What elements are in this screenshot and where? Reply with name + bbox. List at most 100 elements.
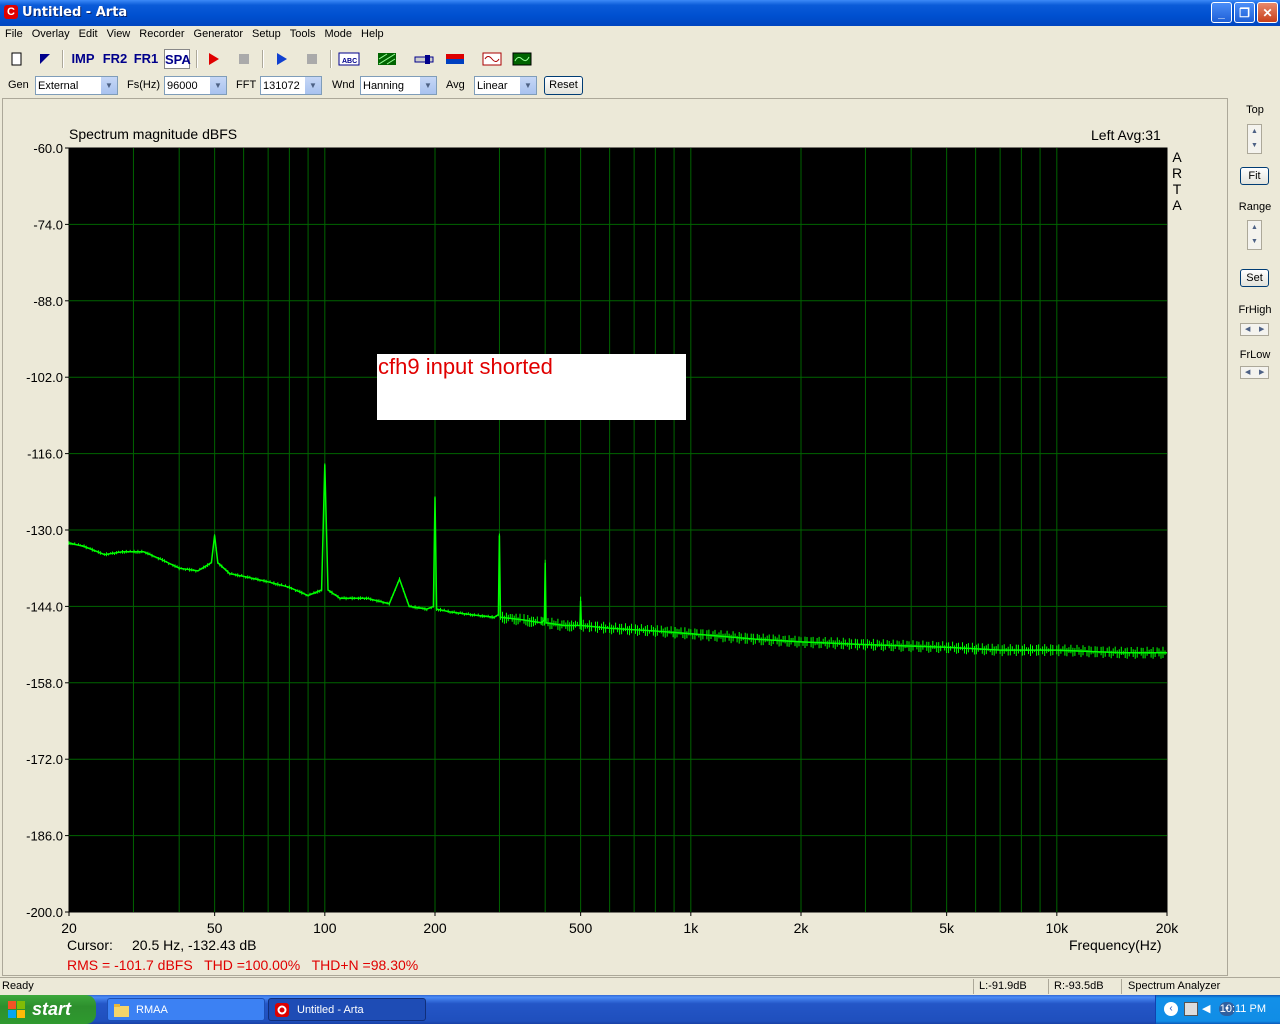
start-button[interactable]: start: [0, 995, 96, 1024]
window-title: Untitled - Arta: [22, 5, 128, 20]
x-tick-label: 100: [313, 920, 337, 936]
task-rmaa[interactable]: RMAA: [107, 998, 265, 1021]
down-arrow-icon[interactable]: ▼: [1248, 235, 1261, 249]
menu-file[interactable]: File: [0, 26, 27, 40]
menu-view[interactable]: View: [102, 26, 135, 40]
right-arrow-icon[interactable]: ▶: [1259, 325, 1264, 333]
system-tray: ‹ ◀ ● 10:11 PM: [1155, 995, 1280, 1024]
chevron-left-icon[interactable]: ‹: [1164, 1002, 1178, 1016]
fr1-mode-button[interactable]: FR1: [133, 49, 159, 69]
task-arta[interactable]: Untitled - Arta: [268, 998, 426, 1021]
menu-setup[interactable]: Setup: [247, 26, 285, 40]
folder-icon: [114, 1004, 129, 1017]
top-spinner[interactable]: ▲ ▼: [1247, 124, 1262, 154]
menu-bar: File Overlay Edit View Recorder Generator Setu…: [0, 26, 1280, 44]
left-arrow-icon[interactable]: ◀: [1245, 368, 1250, 376]
x-tick-label: 10k: [1046, 920, 1070, 936]
y-tick-label: -158.0: [26, 676, 63, 691]
y-tick-label: -102.0: [26, 370, 63, 385]
fit-button[interactable]: Fit: [1240, 167, 1269, 185]
down-arrow-icon[interactable]: ▼: [1248, 139, 1261, 153]
x-tick-label: 5k: [939, 920, 955, 936]
menu-help[interactable]: Help: [356, 26, 388, 40]
generator-select[interactable]: External ▼: [35, 76, 118, 95]
y-tick-label: -172.0: [26, 752, 63, 767]
set-button[interactable]: Set: [1240, 269, 1269, 287]
menu-recorder[interactable]: Recorder: [134, 26, 188, 40]
task-label: Untitled - Arta: [297, 1004, 364, 1016]
title-bar: C Untitled - Arta _ ❐ ✕: [0, 0, 1280, 26]
network-icon[interactable]: [1184, 1002, 1198, 1016]
restore-button[interactable]: ❐: [1234, 2, 1255, 23]
spectrogram-icon[interactable]: [443, 49, 467, 69]
menu-overlay[interactable]: Overlay: [27, 26, 74, 40]
level-meter-icon[interactable]: [412, 49, 436, 69]
menu-generator[interactable]: Generator: [189, 26, 248, 40]
chevron-down-icon: ▼: [419, 77, 436, 94]
menu-edit[interactable]: Edit: [74, 26, 102, 40]
annotation-box[interactable]: cfh9 input shorted: [377, 354, 686, 420]
frhigh-spinner[interactable]: ◀ ▶: [1240, 323, 1269, 336]
x-tick-label: 20k: [1156, 920, 1180, 936]
averaging-value: Linear: [477, 80, 508, 92]
window-select[interactable]: Hanning ▼: [360, 76, 437, 95]
y-tick-label: -116.0: [27, 447, 63, 462]
scope-icon[interactable]: [480, 49, 504, 69]
frlow-label: FrLow: [1239, 349, 1271, 361]
status-left-level: L:-91.9dB: [979, 980, 1027, 992]
x-tick-label: 50: [207, 920, 223, 936]
menu-mode[interactable]: Mode: [319, 26, 356, 40]
close-button[interactable]: ✕: [1257, 2, 1278, 23]
fr2-mode-button[interactable]: FR2: [102, 49, 128, 69]
grid-color-icon[interactable]: [375, 49, 399, 69]
fft-size-value: 131072: [263, 80, 300, 92]
minimize-button[interactable]: _: [1211, 2, 1232, 23]
fft-size-select[interactable]: 131072 ▼: [260, 76, 322, 95]
record-play-icon[interactable]: [202, 49, 224, 69]
left-arrow-icon[interactable]: ◀: [1245, 325, 1250, 333]
text-label-icon[interactable]: ABC: [337, 49, 361, 69]
status-divider: [1121, 979, 1122, 994]
open-file-icon[interactable]: [34, 49, 56, 69]
menu-tools[interactable]: Tools: [285, 26, 320, 40]
analyzer-icon[interactable]: [510, 49, 534, 69]
app-icon[interactable]: C: [4, 5, 18, 19]
impulse-mode-button[interactable]: IMP: [70, 49, 96, 69]
chevron-down-icon: ▼: [304, 77, 321, 94]
window-value: Hanning: [363, 80, 404, 92]
y-tick-label: -88.0: [33, 294, 63, 309]
distortion-metrics: RMS = -101.7 dBFS THD =100.00% THD+N =98…: [67, 957, 419, 973]
up-arrow-icon[interactable]: ▲: [1248, 125, 1261, 139]
x-tick-label: 500: [569, 920, 593, 936]
y-tick-label: -74.0: [33, 217, 63, 232]
up-arrow-icon[interactable]: ▲: [1248, 221, 1261, 235]
x-axis-label: Frequency(Hz): [1069, 937, 1162, 953]
frlow-spinner[interactable]: ◀ ▶: [1240, 366, 1269, 379]
reset-button[interactable]: Reset: [544, 76, 583, 95]
record-stop-icon[interactable]: [233, 49, 255, 69]
settings-toolbar: Gen External ▼ Fs(Hz) 96000 ▼ FFT 131072 ▼ …: [0, 74, 1280, 98]
y-tick-label: -200.0: [26, 905, 63, 920]
range-label: Range: [1238, 201, 1272, 213]
range-spinner[interactable]: ▲ ▼: [1247, 220, 1262, 250]
new-file-icon[interactable]: [6, 49, 28, 69]
status-mode: Spectrum Analyzer: [1128, 980, 1221, 992]
averaging-select[interactable]: Linear ▼: [474, 76, 537, 95]
speaker-icon[interactable]: ◀: [1202, 1002, 1216, 1016]
chevron-down-icon: ▼: [519, 77, 536, 94]
sample-rate-select[interactable]: 96000 ▼: [164, 76, 227, 95]
spectrum-chart[interactable]: -60.0 -74.0 -88.0 -102.0 -116.0 -130.0 -144.0 -…: [3, 99, 1229, 977]
spa-mode-button[interactable]: SPA: [164, 49, 191, 69]
generator-play-icon[interactable]: [270, 49, 292, 69]
window-label: Wnd: [332, 79, 355, 91]
cursor-label: Cursor:: [67, 937, 113, 953]
sample-rate-value: 96000: [167, 80, 198, 92]
right-arrow-icon[interactable]: ▶: [1259, 368, 1264, 376]
chevron-down-icon: ▼: [209, 77, 226, 94]
side-panel: Top ▲ ▼ Fit Range ▲ ▼ Set FrHigh ◀ ▶ FrLow …: [1230, 98, 1280, 976]
toolbar: IMP FR2 FR1 SPA ABC: [0, 46, 1280, 72]
task-label: RMAA: [136, 1004, 168, 1016]
plot-panel: Spectrum magnitude dBFS Left Avg:31 A R …: [2, 98, 1228, 976]
generator-stop-icon[interactable]: [301, 49, 323, 69]
annotation-text: cfh9 input shorted: [378, 354, 553, 379]
